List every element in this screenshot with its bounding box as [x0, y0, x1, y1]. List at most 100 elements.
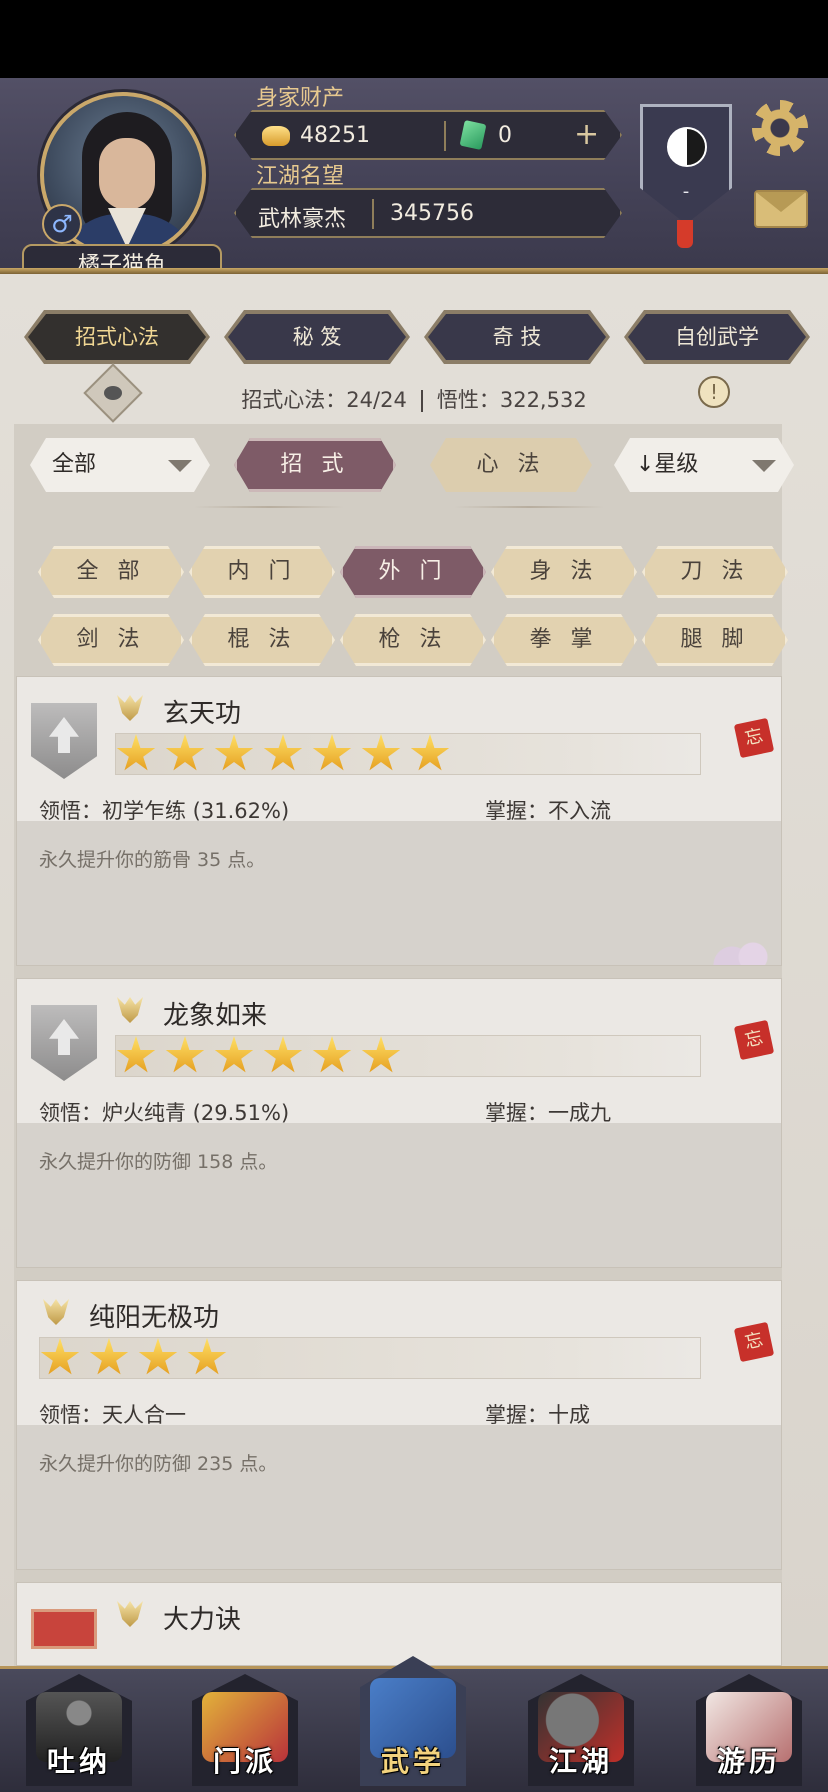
sect-emblem[interactable]: -	[640, 104, 732, 224]
rank-icon	[117, 997, 143, 1023]
nav-label: 游历	[716, 1745, 781, 1778]
skill-card[interactable]: 龙象如来 忘 领悟：炉火纯青 (29.51%) 掌握：一成九 永久提升你的防御 …	[16, 978, 782, 1268]
nav-sect[interactable]: 门派	[192, 1674, 298, 1786]
filter-moves-button[interactable]: 招 式	[234, 438, 396, 492]
nav-label: 吐纳	[46, 1745, 111, 1778]
star-icon	[361, 1036, 401, 1073]
chevron-down-icon	[168, 460, 192, 472]
gold-ingot-icon	[262, 126, 290, 146]
skill-name: 大力诀	[163, 1605, 242, 1635]
nav-breathing[interactable]: 吐纳	[26, 1674, 132, 1786]
rank-icon	[43, 1299, 69, 1325]
tab-custom-arts[interactable]: 自创武学	[628, 314, 806, 360]
skill-description-area: 永久提升你的防御 158 点。	[17, 1123, 781, 1267]
category-blade[interactable]: 刀 法	[642, 546, 788, 598]
star-icon	[214, 734, 254, 771]
star-icon	[89, 1338, 129, 1375]
stats-separator	[420, 390, 423, 412]
gear-icon[interactable]	[752, 100, 808, 156]
skill-name: 玄天功	[163, 699, 242, 729]
chevron-down-icon	[752, 460, 776, 472]
star-icon	[116, 734, 156, 771]
red-banner-icon	[31, 1609, 97, 1649]
scope-dropdown[interactable]: 全部	[30, 438, 210, 492]
forget-seal-icon[interactable]: 忘	[733, 717, 775, 759]
star-icon	[165, 734, 205, 771]
fame-title: 武林豪杰	[258, 207, 347, 232]
skill-description: 永久提升你的筋骨 35 点。	[39, 849, 266, 871]
star-rating	[39, 1337, 701, 1379]
skill-card[interactable]: 大力诀	[16, 1582, 782, 1666]
rank-icon	[117, 695, 143, 721]
jade-ticket-icon	[460, 120, 487, 150]
upgrade-shield-icon[interactable]	[31, 703, 97, 779]
mail-icon[interactable]	[754, 190, 808, 228]
insight-value: 悟性：322,532	[436, 388, 587, 412]
filter-mind-button[interactable]: 心 法	[430, 438, 592, 492]
star-icon	[410, 734, 450, 771]
star-icon	[312, 734, 352, 771]
skill-description-area: 永久提升你的筋骨 35 点。	[17, 821, 781, 965]
skill-description: 永久提升你的防御 235 点。	[39, 1453, 278, 1475]
divider-ornament	[454, 506, 604, 508]
sort-dropdown[interactable]: ↓星级	[614, 438, 794, 492]
star-icon	[40, 1338, 80, 1375]
cloud-decoration	[711, 925, 781, 965]
star-icon	[116, 1036, 156, 1073]
skill-card[interactable]: 玄天功 忘 领悟：初学乍练 (31.62%) 掌握：不入流 永久提升你的筋骨 3…	[16, 676, 782, 966]
wealth-separator	[444, 121, 446, 151]
add-currency-button[interactable]: +	[574, 120, 599, 150]
moves-count: 招式心法：24/24	[241, 388, 407, 412]
skill-name: 纯阳无极功	[89, 1303, 220, 1333]
sect-emblem-text: -	[682, 181, 690, 202]
nav-jianghu[interactable]: 江湖	[528, 1674, 634, 1786]
rank-icon	[117, 1601, 143, 1627]
star-rating	[115, 1035, 701, 1077]
skill-description: 永久提升你的防御 158 点。	[39, 1151, 278, 1173]
bottom-nav: 吐纳 门派 武学 江湖 游历	[0, 1656, 828, 1792]
status-bar	[0, 0, 828, 78]
nav-label: 武学	[380, 1745, 445, 1778]
category-leg[interactable]: 腿 脚	[642, 614, 788, 666]
martial-arts-page: 招式心法 秘 笈 奇 技 自创武学 招式心法：24/24 悟性：322,532 !…	[0, 274, 828, 1666]
nav-label: 江湖	[548, 1745, 613, 1778]
category-all[interactable]: 全 部	[38, 546, 184, 598]
divider-ornament	[194, 506, 344, 508]
tassel-icon	[677, 220, 693, 248]
forget-seal-icon[interactable]: 忘	[733, 1019, 775, 1061]
category-movement[interactable]: 身 法	[491, 546, 637, 598]
fame-value: 345756	[390, 201, 474, 226]
forget-seal-icon[interactable]: 忘	[733, 1321, 775, 1363]
nav-martial-arts[interactable]: 武学	[360, 1656, 466, 1786]
category-outer[interactable]: 外 门	[340, 546, 486, 598]
skill-card[interactable]: 纯阳无极功 忘 领悟：天人合一 掌握：十成 永久提升你的防御 235 点。	[16, 1280, 782, 1570]
jade-value: 0	[498, 123, 512, 148]
category-spear[interactable]: 枪 法	[340, 614, 486, 666]
fame-label: 江湖名望	[256, 164, 345, 189]
tab-moves[interactable]: 招式心法	[28, 314, 206, 360]
tab-special-skills[interactable]: 奇 技	[428, 314, 606, 360]
wealth-label: 身家财产	[256, 86, 345, 111]
tab-secret-books[interactable]: 秘 笈	[228, 314, 406, 360]
category-inner[interactable]: 内 门	[189, 546, 335, 598]
category-fist[interactable]: 拳 掌	[491, 614, 637, 666]
gender-male-icon: ♂	[42, 204, 82, 244]
info-icon[interactable]: !	[698, 376, 730, 408]
star-icon	[263, 734, 303, 771]
category-staff[interactable]: 棍 法	[189, 614, 335, 666]
star-icon	[187, 1338, 227, 1375]
star-icon	[312, 1036, 352, 1073]
gold-value: 48251	[300, 123, 370, 148]
avatar-face	[99, 138, 155, 210]
sort-dropdown-value: ↓星级	[636, 452, 699, 477]
fame-separator	[372, 199, 374, 229]
category-sword[interactable]: 剑 法	[38, 614, 184, 666]
scope-dropdown-value: 全部	[52, 452, 97, 477]
nav-travel[interactable]: 游历	[696, 1674, 802, 1786]
skill-description-area: 永久提升你的防御 235 点。	[17, 1425, 781, 1569]
upgrade-shield-icon[interactable]	[31, 1005, 97, 1081]
star-rating	[115, 733, 701, 775]
wealth-field: 48251 0 +	[234, 110, 622, 160]
star-icon	[138, 1338, 178, 1375]
star-icon	[214, 1036, 254, 1073]
